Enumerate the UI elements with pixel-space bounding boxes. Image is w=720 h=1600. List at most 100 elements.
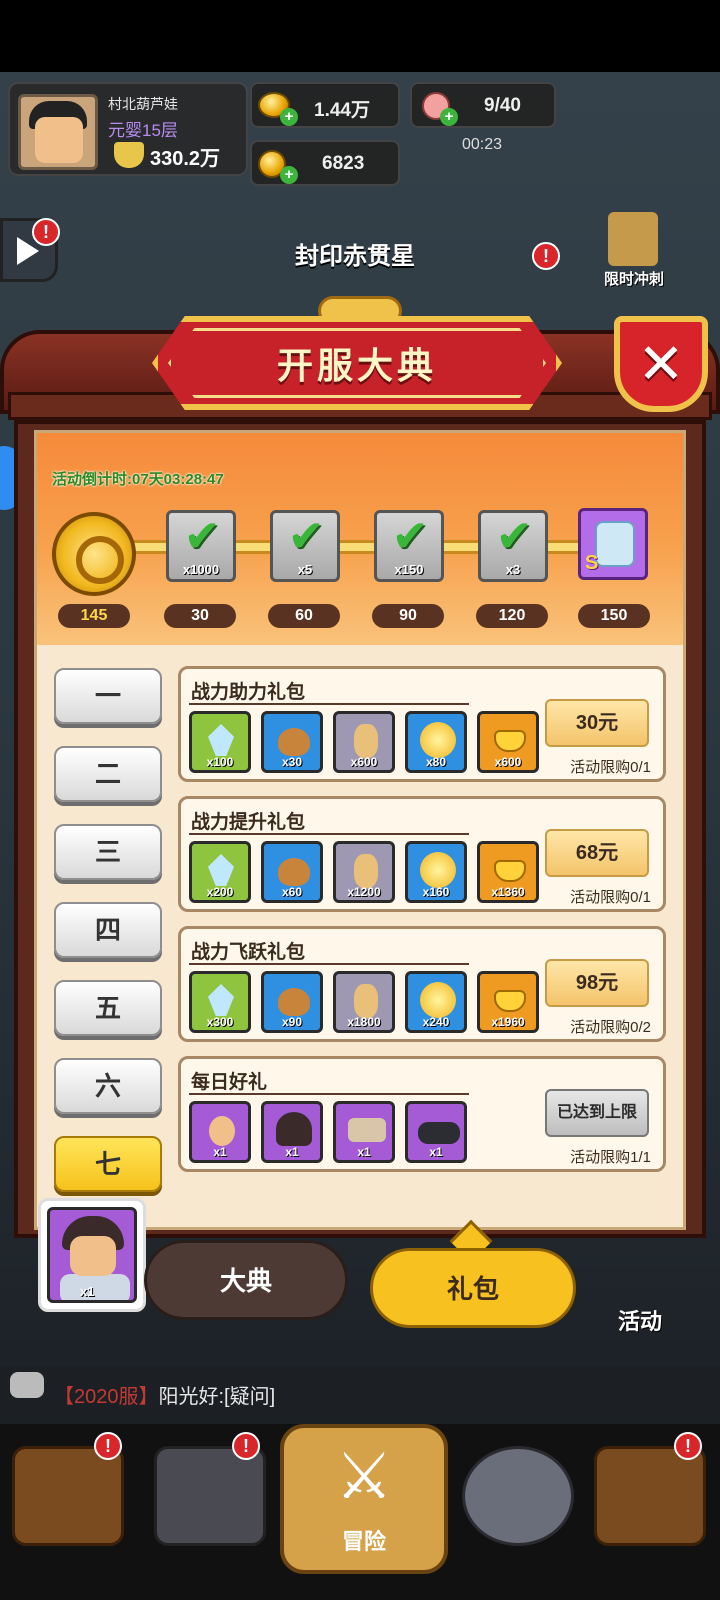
alert-badge-icon: ! <box>532 242 560 270</box>
buy-button[interactable]: 30元 <box>545 699 649 747</box>
robe-icon <box>595 521 635 567</box>
item-qty: x1 <box>429 1145 443 1159</box>
tab-gift-pack[interactable]: 礼包 <box>370 1248 576 1328</box>
tab-grand-ceremony[interactable]: 大典 <box>144 1240 348 1320</box>
chat-server: 【2020服】 <box>54 1386 159 1408</box>
grade-label: S <box>585 552 599 574</box>
check-icon: ✔ <box>391 512 429 561</box>
item-qty: x60 <box>281 885 303 899</box>
item-qty: x1 <box>285 1145 299 1159</box>
add-ingot-icon[interactable]: + <box>280 108 298 126</box>
golden-orb-icon[interactable]: x160 <box>405 841 467 903</box>
milestone-reward-final[interactable]: S <box>578 508 648 580</box>
item-qty: x80 <box>425 755 447 769</box>
armor-chest-icon[interactable] <box>154 1446 266 1546</box>
boots-icon[interactable]: x1 <box>405 1101 467 1163</box>
doll-icon[interactable]: x1800 <box>333 971 395 1033</box>
hero-reward-card[interactable]: x1 <box>38 1198 146 1312</box>
bald-head-icon[interactable]: x1 <box>189 1101 251 1163</box>
golden-orb-icon[interactable]: x80 <box>405 711 467 773</box>
purchase-limit: 活动限购1/1 <box>570 1149 651 1166</box>
pouch-icon[interactable]: x90 <box>261 971 323 1033</box>
countdown-value: 07天03:28:47 <box>132 471 224 488</box>
pouch-icon[interactable]: x60 <box>261 841 323 903</box>
ingot-resource[interactable]: + 1.44万 <box>250 82 400 128</box>
item-qty: x200 <box>206 885 234 899</box>
day-tab-7[interactable]: 七 <box>54 1136 162 1192</box>
add-stamina-icon[interactable]: + <box>440 108 458 126</box>
close-button[interactable]: ✕ <box>614 316 708 412</box>
copper-resource[interactable]: + 6823 <box>250 140 400 186</box>
hourglass-icon[interactable] <box>608 212 658 266</box>
day-tab-6[interactable]: 六 <box>54 1058 162 1114</box>
armor-icon[interactable]: x1 <box>333 1101 395 1163</box>
check-icon: ✔ <box>287 512 325 561</box>
crystal-icon[interactable]: x100 <box>189 711 251 773</box>
milestone-qty: x150 <box>394 562 424 577</box>
gold-ingot-icon[interactable]: x600 <box>477 711 539 773</box>
day-tab-1[interactable]: 一 <box>54 668 162 724</box>
crossed-swords-icon: ⚔ <box>335 1440 393 1512</box>
day-tab-3[interactable]: 三 <box>54 824 162 880</box>
pack-card: 战力提升礼包 x200 x60 x1200 x160 x1360 68元 活动限… <box>178 796 666 912</box>
player-card[interactable]: 村北葫芦娃 元婴15层 330.2万 <box>8 82 248 176</box>
golden-orb-icon[interactable]: x240 <box>405 971 467 1033</box>
day-tab-2[interactable]: 二 <box>54 746 162 802</box>
purchase-limit: 活动限购0/1 <box>570 889 651 906</box>
item-qty: x600 <box>494 755 522 769</box>
milestone-reward[interactable]: ✔ x5 <box>270 510 340 582</box>
locked-chest-icon[interactable] <box>594 1446 706 1546</box>
current-points: 145 <box>58 604 130 628</box>
milestone-reward[interactable]: ✔ x1000 <box>166 510 236 582</box>
hero-qty: x1 <box>80 1284 95 1299</box>
pack-card: 战力飞跃礼包 x300 x90 x1800 x240 x1960 98元 活动限… <box>178 926 666 1042</box>
activity-label[interactable]: 活动 <box>618 1304 662 1336</box>
player-power: 330.2万 <box>150 148 221 170</box>
check-icon: ✔ <box>495 512 533 561</box>
pack-title: 战力飞跃礼包 <box>191 942 306 963</box>
power-icon <box>114 142 144 168</box>
alert-badge-icon: ! <box>32 218 60 246</box>
close-icon: ✕ <box>637 332 685 395</box>
treasure-house-icon[interactable] <box>12 1446 124 1546</box>
doll-icon[interactable]: x1200 <box>333 841 395 903</box>
event-title: 封印赤贯星 <box>295 243 415 270</box>
alert-badge-icon: ! <box>674 1432 702 1460</box>
stamina-resource[interactable]: + 9/40 <box>410 82 556 128</box>
chat-content: 阳光好:[疑问] <box>158 1386 276 1408</box>
player-name: 村北葫芦娃 <box>108 96 178 112</box>
pouch-icon[interactable]: x30 <box>261 711 323 773</box>
crystal-icon[interactable]: x200 <box>189 841 251 903</box>
item-qty: x30 <box>281 755 303 769</box>
upgrade-arrow-icon[interactable] <box>462 1446 574 1546</box>
item-qty: x1360 <box>491 885 525 899</box>
buy-button[interactable]: 68元 <box>545 829 649 877</box>
milestone-reward[interactable]: ✔ x3 <box>478 510 548 582</box>
points-medal-icon <box>52 512 136 596</box>
chat-bubble-icon[interactable] <box>10 1372 44 1398</box>
adventure-button[interactable]: ⚔ 冒险 <box>280 1424 448 1574</box>
limited-sprint-label[interactable]: 限时冲刺 <box>604 268 664 289</box>
milestone-qty: x1000 <box>182 562 220 577</box>
crystal-icon[interactable]: x300 <box>189 971 251 1033</box>
gold-ingot-icon[interactable]: x1960 <box>477 971 539 1033</box>
add-copper-icon[interactable]: + <box>280 166 298 184</box>
milestone-points: 120 <box>476 604 548 628</box>
hair-icon[interactable]: x1 <box>261 1101 323 1163</box>
limit-reached-button[interactable]: 已达到上限 <box>545 1089 649 1137</box>
player-avatar[interactable] <box>18 94 98 170</box>
item-qty: x1 <box>213 1145 227 1159</box>
purchase-limit: 活动限购0/2 <box>570 1019 651 1036</box>
chat-message[interactable]: 【2020服】阳光好:[疑问] <box>54 1380 275 1409</box>
alert-badge-icon: ! <box>232 1432 260 1460</box>
day-tab-4[interactable]: 四 <box>54 902 162 958</box>
purchase-limit: 活动限购0/1 <box>570 759 651 776</box>
milestone-points: 150 <box>578 604 650 628</box>
milestone-reward[interactable]: ✔ x150 <box>374 510 444 582</box>
stamina-timer: 00:23 <box>462 136 503 153</box>
doll-icon[interactable]: x600 <box>333 711 395 773</box>
item-qty: x90 <box>281 1015 303 1029</box>
buy-button[interactable]: 98元 <box>545 959 649 1007</box>
day-tab-5[interactable]: 五 <box>54 980 162 1036</box>
gold-ingot-icon[interactable]: x1360 <box>477 841 539 903</box>
